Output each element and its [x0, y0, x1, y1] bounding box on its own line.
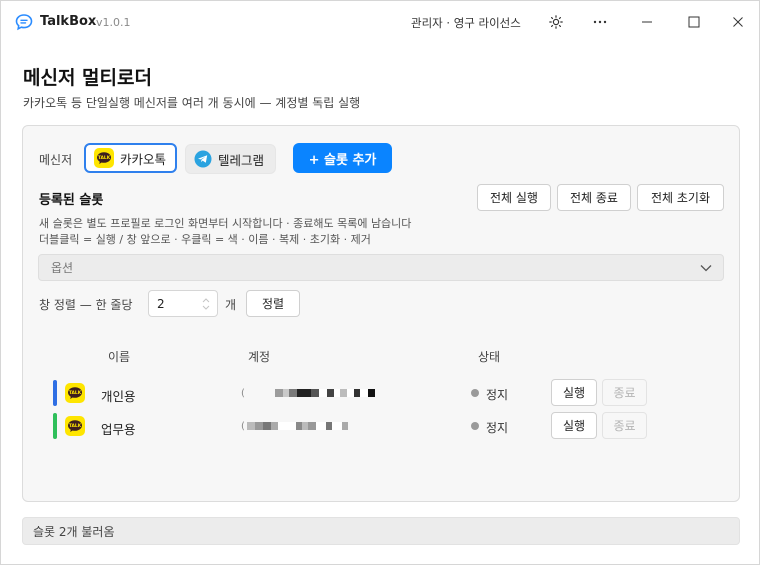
messenger-option-kakaotalk[interactable]: TALK 카카오톡 — [84, 143, 177, 173]
theme-toggle-button[interactable] — [542, 9, 570, 35]
account-redacted — [246, 422, 348, 430]
maximize-icon — [688, 16, 700, 28]
page-subtitle: 카카오톡 등 단일실행 메신저를 여러 개 동시에 — 계정별 독립 실행 — [23, 96, 361, 110]
more-dots-icon — [593, 20, 607, 24]
options-label: 옵션 — [51, 261, 74, 275]
account-prefix: ( — [241, 387, 245, 399]
app-name: TalkBox — [40, 14, 97, 29]
reset-all-button[interactable]: 전체 초기화 — [637, 184, 724, 211]
messenger-option-label: 텔레그램 — [218, 152, 265, 168]
svg-text:TALK: TALK — [69, 423, 82, 429]
messenger-label: 메신저 — [39, 153, 73, 167]
arrange-label: 창 정렬 — 한 줄당 — [39, 298, 133, 312]
run-all-button[interactable]: 전체 실행 — [477, 184, 551, 211]
arrange-count-stepper[interactable]: 2 — [148, 290, 218, 317]
app-version: v1.0.1 — [96, 16, 131, 29]
app-window: TalkBox v1.0.1 관리자 · 영구 라이선스 메신저 멀티로더 카카… — [0, 0, 760, 565]
messenger-option-telegram[interactable]: 텔레그램 — [185, 144, 276, 174]
slot-run-button[interactable]: 실행 — [551, 412, 597, 439]
arrange-count-value: 2 — [157, 296, 165, 311]
slot-name: 개인용 — [101, 389, 136, 404]
slot-status: 정지 — [486, 388, 509, 402]
status-bar-text: 슬롯 2개 불러옴 — [33, 524, 115, 539]
license-label: 관리자 · 영구 라이선스 — [411, 16, 521, 30]
slot-status: 정지 — [486, 421, 509, 435]
add-slot-button[interactable]: + 슬롯 추가 — [293, 143, 392, 173]
options-dropdown[interactable]: 옵션 — [38, 254, 724, 281]
stop-all-button[interactable]: 전체 종료 — [557, 184, 631, 211]
hint-text: 새 슬롯은 별도 프로필로 로그인 화면부터 시작합니다 · 종료해도 목록에 … — [39, 217, 412, 230]
column-header-name: 이름 — [108, 350, 131, 364]
more-menu-button[interactable] — [586, 9, 614, 35]
slot-color-bar — [53, 413, 57, 439]
kakaotalk-icon: TALK — [65, 383, 85, 403]
account-redacted — [274, 389, 375, 397]
telegram-icon — [194, 150, 212, 168]
slots-heading: 등록된 슬롯 — [39, 193, 104, 208]
table-row[interactable]: TALK 업무용 (정지 실행 종료 — [23, 411, 739, 441]
title-bar: TalkBox v1.0.1 관리자 · 영구 라이선스 — [1, 1, 759, 43]
kakaotalk-icon: TALK — [65, 416, 85, 436]
status-dot — [471, 389, 479, 397]
close-icon — [733, 17, 743, 27]
svg-text:TALK: TALK — [69, 390, 82, 396]
slot-name: 업무용 — [101, 422, 136, 437]
chevron-down-icon — [700, 265, 712, 272]
sort-button[interactable]: 정렬 — [246, 290, 300, 317]
stepper-arrows-icon[interactable] — [201, 296, 211, 312]
chat-bubble-icon — [15, 14, 33, 31]
slot-run-button[interactable]: 실행 — [551, 379, 597, 406]
kakaotalk-icon: TALK — [94, 148, 114, 168]
slot-stop-button[interactable]: 종료 — [602, 379, 647, 406]
close-button[interactable] — [724, 9, 752, 35]
hint-text: 더블클릭 = 실행 / 창 앞으로 · 우클릭 = 색 · 이름 · 복제 · … — [39, 233, 371, 246]
column-header-account: 계정 — [248, 350, 271, 364]
svg-text:TALK: TALK — [98, 155, 111, 161]
messenger-option-label: 카카오톡 — [120, 151, 167, 167]
status-bar: 슬롯 2개 불러옴 — [22, 517, 740, 545]
slot-panel: 메신저 TALK 카카오톡 텔레그램 + 슬롯 추가 등록된 슬롯 전체 실행 … — [22, 125, 740, 502]
arrange-unit: 개 — [225, 298, 237, 312]
slot-color-bar — [53, 380, 57, 406]
sun-icon — [549, 15, 563, 29]
slot-account: ( — [241, 386, 375, 400]
column-header-status: 상태 — [478, 350, 501, 364]
minimize-button[interactable] — [633, 9, 661, 35]
table-row[interactable]: TALK 개인용 (정지 실행 종료 — [23, 378, 739, 408]
status-dot — [471, 422, 479, 430]
account-prefix: ( — [241, 420, 245, 432]
maximize-button[interactable] — [680, 9, 708, 35]
page-title: 메신저 멀티로더 — [23, 67, 152, 89]
slot-account: ( — [241, 419, 348, 433]
minimize-icon — [642, 21, 652, 23]
slot-stop-button[interactable]: 종료 — [602, 412, 647, 439]
